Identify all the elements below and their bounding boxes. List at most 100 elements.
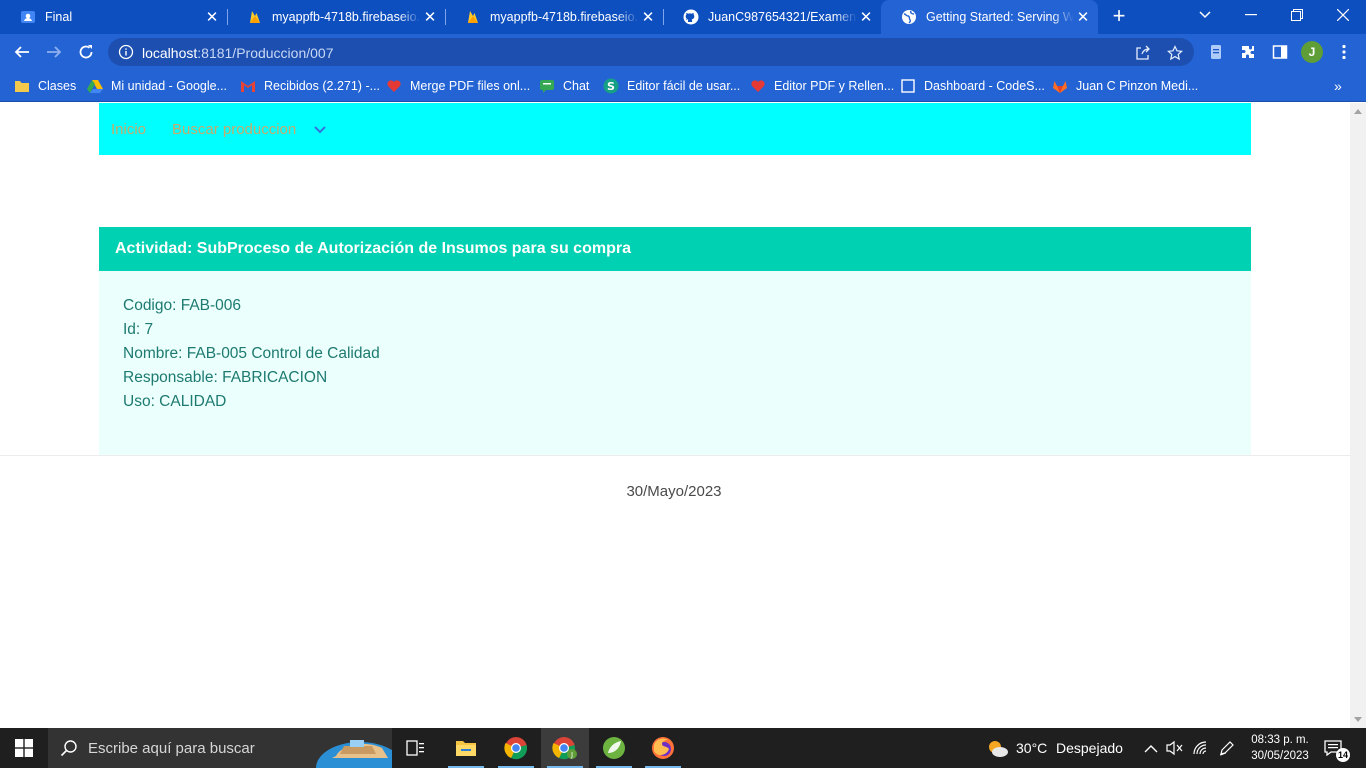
folder-icon: [14, 78, 30, 94]
scroll-down-arrow-icon[interactable]: [1354, 717, 1362, 722]
weather-temperature[interactable]: 30°C: [1016, 740, 1047, 756]
bookmark-label: Merge PDF files onl...: [410, 79, 531, 93]
footer-date: 30/Mayo/2023: [626, 483, 722, 500]
card-body: Codigo: FAB-006 Id: 7 Nombre: FAB-005 Co…: [123, 294, 380, 414]
bookmark-clases[interactable]: Clases: [14, 76, 76, 96]
field-uso: Uso: CALIDAD: [123, 393, 227, 410]
tray-chevron-up-icon[interactable]: [1142, 739, 1160, 757]
browser-tab-firebase-2[interactable]: myappfb-4718b.firebaseio.com ✕: [445, 0, 663, 34]
page-scrollbar[interactable]: [1350, 103, 1366, 728]
pen-icon[interactable]: [1218, 739, 1236, 757]
bookmark-label: Mi unidad - Google...: [111, 79, 228, 93]
firebase-icon: [247, 9, 263, 25]
firefox-icon[interactable]: [639, 728, 687, 768]
back-arrow-icon[interactable]: [10, 40, 34, 64]
footer-divider: [0, 455, 1350, 456]
nav-dropdown-buscar[interactable]: Buscar produccion: [172, 121, 296, 138]
side-panel-icon[interactable]: [1270, 42, 1290, 62]
nav-link-inicio[interactable]: Inicio: [111, 121, 146, 138]
search-icon: [60, 739, 78, 757]
tab-search-chevron-icon[interactable]: [1182, 0, 1228, 30]
field-codigo: Codigo: FAB-006: [123, 297, 242, 314]
extensions-puzzle-icon[interactable]: [1238, 42, 1258, 62]
task-view-icon[interactable]: [392, 728, 440, 768]
pdf-heart-icon: [750, 78, 766, 94]
search-placeholder: Escribe aquí para buscar: [88, 740, 255, 757]
site-info-icon[interactable]: [118, 44, 134, 60]
tab-title: myappfb-4718b.firebaseio.com: [272, 10, 421, 24]
new-tab-button[interactable]: +: [1108, 5, 1130, 27]
browser-toolbar: localhost:8181/Produccion/007 J: [0, 34, 1366, 70]
search-highlight-illustration-icon: [316, 734, 392, 768]
taskbar-search-box[interactable]: Escribe aquí para buscar: [48, 728, 392, 768]
bookmark-dashboard[interactable]: Dashboard - CodeS...: [900, 76, 1045, 96]
card-header: Actividad: SubProceso de Autorización de…: [99, 227, 1251, 271]
close-tab-icon[interactable]: ✕: [857, 8, 875, 26]
globe-icon: [901, 9, 917, 25]
github-icon: [683, 9, 699, 25]
windows-start-icon[interactable]: [0, 728, 48, 768]
file-explorer-icon[interactable]: [442, 728, 490, 768]
card-title: Actividad: SubProceso de Autorización de…: [115, 240, 631, 257]
close-window-button[interactable]: [1320, 0, 1366, 30]
browser-tab-github[interactable]: JuanC987654321/ExamenFinal ✕: [663, 0, 881, 34]
browser-tab-active[interactable]: Getting Started: Serving Web Content ✕: [881, 0, 1098, 34]
taskbar-clock[interactable]: 08:33 p. m. 30/05/2023: [1240, 732, 1320, 764]
reload-icon[interactable]: [74, 40, 98, 64]
field-nombre: Nombre: FAB-005 Control de Calidad: [123, 345, 380, 362]
bookmark-label: Juan C Pinzon Medi...: [1076, 79, 1199, 93]
bookmarks-bar: Clases Mi unidad - Google... Recibidos (…: [0, 70, 1366, 102]
gmail-icon: [240, 78, 256, 94]
close-tab-icon[interactable]: ✕: [203, 8, 221, 26]
browser-tab-final[interactable]: Final ✕: [0, 0, 227, 34]
weather-partly-cloudy-icon[interactable]: [986, 739, 1010, 757]
browser-tab-strip: Final ✕ myappfb-4718b.firebaseio.com ✕ m…: [0, 0, 1366, 34]
restore-button[interactable]: [1274, 0, 1320, 30]
extension-doc-icon[interactable]: [1206, 42, 1226, 62]
scroll-up-arrow-icon[interactable]: [1354, 109, 1362, 114]
bookmark-label: Editor PDF y Rellen...: [774, 79, 895, 93]
close-tab-icon[interactable]: ✕: [421, 8, 439, 26]
profile-avatar[interactable]: J: [1301, 41, 1323, 63]
chrome-profile-icon[interactable]: J: [541, 728, 589, 768]
chevron-down-icon[interactable]: [313, 123, 327, 137]
windows-taskbar: Escribe aquí para buscar J 30°C Despejad…: [0, 728, 1366, 768]
activity-card: Actividad: SubProceso de Autorización de…: [99, 227, 1251, 455]
firebase-icon: [465, 9, 481, 25]
volume-muted-icon[interactable]: [1166, 739, 1184, 757]
url-host: localhost: [142, 45, 198, 61]
close-tab-icon[interactable]: ✕: [1074, 8, 1092, 26]
wifi-icon[interactable]: [1192, 739, 1210, 757]
clock-time: 08:33 p. m.: [1251, 734, 1309, 746]
forward-arrow-icon[interactable]: [42, 40, 66, 64]
tab-title: Getting Started: Serving Web Content: [926, 10, 1074, 24]
bookmark-mi-unidad[interactable]: Mi unidad - Google...: [87, 76, 227, 96]
spring-tool-suite-icon[interactable]: [590, 728, 638, 768]
bookmark-chat[interactable]: Chat: [539, 76, 589, 96]
clock-date: 30/05/2023: [1251, 750, 1309, 762]
svg-text:S: S: [607, 80, 615, 93]
minimize-button[interactable]: [1228, 0, 1274, 30]
notification-count-badge: 14: [1336, 748, 1350, 762]
close-tab-icon[interactable]: ✕: [639, 8, 657, 26]
bookmark-gmail[interactable]: Recibidos (2.271) -...: [240, 76, 380, 96]
bookmark-label: Editor fácil de usar...: [627, 79, 741, 93]
weather-description[interactable]: Despejado: [1056, 740, 1123, 756]
share-icon[interactable]: [1134, 44, 1152, 62]
bookmark-editor-facil[interactable]: S Editor fácil de usar...: [603, 76, 740, 96]
bookmark-star-icon[interactable]: [1166, 44, 1184, 62]
google-drive-icon: [20, 9, 36, 25]
field-id: Id: 7: [123, 321, 154, 338]
pdf-heart-icon: [386, 78, 402, 94]
bookmark-merge-pdf[interactable]: Merge PDF files onl...: [386, 76, 530, 96]
bookmark-label: Clases: [38, 79, 77, 93]
page-icon: [900, 78, 916, 94]
bookmark-editor-pdf[interactable]: Editor PDF y Rellen...: [750, 76, 894, 96]
kebab-menu-icon[interactable]: [1334, 42, 1354, 62]
chrome-icon[interactable]: [492, 728, 540, 768]
bookmark-gitlab[interactable]: Juan C Pinzon Medi...: [1052, 76, 1198, 96]
top-navbar: Inicio Buscar produccion: [99, 103, 1251, 155]
address-bar[interactable]: localhost:8181/Produccion/007: [108, 38, 1194, 66]
browser-tab-firebase-1[interactable]: myappfb-4718b.firebaseio.com ✕: [227, 0, 445, 34]
bookmarks-overflow-chevron-icon[interactable]: »: [1334, 78, 1342, 94]
